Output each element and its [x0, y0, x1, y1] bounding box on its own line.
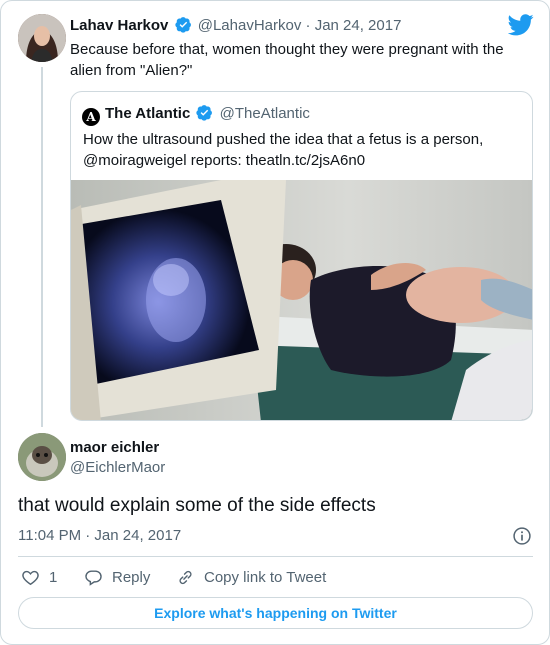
- twitter-bird-icon[interactable]: [508, 14, 534, 36]
- heart-icon: [22, 570, 39, 585]
- copy-link-button[interactable]: Copy link to Tweet: [176, 566, 326, 588]
- like-count: 1: [49, 568, 58, 586]
- divider: [18, 556, 533, 557]
- reply-label: Reply: [112, 568, 151, 586]
- display-name[interactable]: Lahav Harkov: [70, 17, 168, 34]
- explore-twitter-button[interactable]: Explore what's happening on Twitter: [18, 597, 533, 629]
- handle: @TheAtlantic: [219, 105, 310, 122]
- atlantic-logo-icon: A: [82, 108, 100, 126]
- parent-tweet-text: Because before that, women thought they …: [70, 41, 504, 79]
- display-name: The Atlantic: [105, 105, 191, 122]
- copy-link-label: Copy link to Tweet: [204, 568, 327, 586]
- display-name[interactable]: maor eichler: [70, 439, 159, 456]
- avatar[interactable]: [18, 14, 66, 62]
- avatar[interactable]: [18, 433, 66, 481]
- info-icon[interactable]: [512, 526, 532, 546]
- reply-button[interactable]: Reply: [84, 566, 150, 588]
- reply-tweet-text: that would explain some of the side effe…: [18, 495, 376, 516]
- link-icon: [179, 570, 192, 584]
- thread-line: [41, 67, 43, 427]
- handle[interactable]: @LahavHarkov: [198, 17, 302, 34]
- like-button[interactable]: 1: [21, 566, 57, 588]
- verified-badge-icon: [196, 105, 213, 121]
- tweet-date[interactable]: Jan 24, 2017: [315, 17, 402, 34]
- quoted-tweet-header: A The Atlantic @TheAtlantic: [82, 104, 310, 126]
- separator: ·: [305, 17, 311, 34]
- verified-badge-icon: [174, 17, 191, 33]
- ultrasound-photo: [71, 180, 532, 420]
- tweet-timestamp[interactable]: 11:04 PM · Jan 24, 2017: [18, 527, 181, 544]
- handle[interactable]: @EichlerMaor: [70, 459, 165, 476]
- quoted-tweet[interactable]: A The Atlantic @TheAtlantic How the ultra…: [70, 91, 533, 421]
- tweet-embed-card: Lahav Harkov @LahavHarkov · Jan 24, 2017…: [0, 0, 550, 645]
- quoted-tweet-text: How the ultrasound pushed the idea that …: [83, 131, 484, 169]
- reply-bubble-icon: [85, 569, 102, 586]
- parent-tweet-header: Lahav Harkov @LahavHarkov · Jan 24, 2017: [70, 16, 401, 34]
